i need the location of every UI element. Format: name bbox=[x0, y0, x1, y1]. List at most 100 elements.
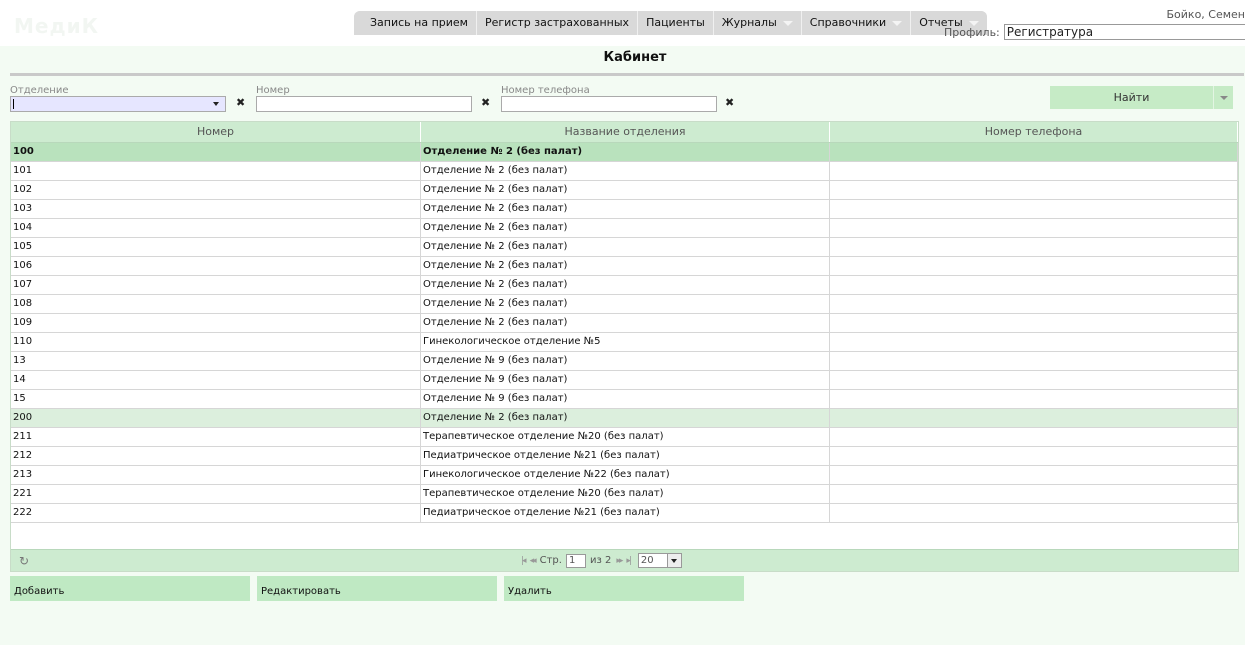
page-count: из 2 bbox=[589, 555, 612, 566]
department-select[interactable] bbox=[10, 96, 226, 112]
column-header-number[interactable]: Номер bbox=[11, 122, 421, 142]
page-size-value: 20 bbox=[640, 555, 654, 566]
column-header-department[interactable]: Название отделения bbox=[421, 122, 830, 142]
table-row[interactable]: 15 Отделение № 9 (без палат) bbox=[11, 390, 1238, 409]
chevron-down-icon bbox=[782, 20, 793, 26]
cell-number: 102 bbox=[11, 181, 421, 199]
number-input[interactable] bbox=[256, 96, 472, 112]
clear-department-icon[interactable]: ✖ bbox=[236, 96, 245, 109]
last-page-icon[interactable]: ▸| bbox=[626, 556, 631, 566]
table-row[interactable]: 103 Отделение № 2 (без палат) bbox=[11, 200, 1238, 219]
cell-department: Отделение № 2 (без палат) bbox=[421, 219, 830, 237]
cell-department: Отделение № 9 (без палат) bbox=[421, 371, 830, 389]
cell-number: 221 bbox=[11, 485, 421, 503]
prev-page-icon[interactable]: ◂◂ bbox=[530, 556, 537, 566]
chevron-down-icon bbox=[1219, 95, 1228, 100]
filter-phone: Номер телефона bbox=[501, 86, 717, 112]
table-row[interactable]: 101 Отделение № 2 (без палат) bbox=[11, 162, 1238, 181]
table-row[interactable]: 106 Отделение № 2 (без палат) bbox=[11, 257, 1238, 276]
table-row[interactable]: 213 Гинекологическое отделение №22 (без п… bbox=[11, 466, 1238, 485]
top-bar: МедиК Запись на прием Регистр застрахова… bbox=[0, 0, 1245, 46]
menu-item-patients[interactable]: Пациенты bbox=[638, 11, 714, 35]
menu-item-journals[interactable]: Журналы bbox=[713, 11, 802, 35]
next-page-icon[interactable]: ▸▸ bbox=[616, 556, 623, 566]
cell-number: 105 bbox=[11, 238, 421, 256]
cell-phone bbox=[830, 409, 1238, 427]
cell-department: Отделение № 9 (без палат) bbox=[421, 352, 830, 370]
cell-phone bbox=[830, 504, 1238, 522]
table-row[interactable]: 107 Отделение № 2 (без палат) bbox=[11, 276, 1238, 295]
cell-phone bbox=[830, 181, 1238, 199]
cell-department: Отделение № 2 (без палат) bbox=[421, 409, 830, 427]
clear-number-icon[interactable]: ✖ bbox=[481, 96, 490, 109]
table-row[interactable]: 200 Отделение № 2 (без палат) bbox=[11, 409, 1238, 428]
table-row[interactable]: 14 Отделение № 9 (без палат) bbox=[11, 371, 1238, 390]
cell-phone bbox=[830, 485, 1238, 503]
refresh-icon[interactable]: ↻ bbox=[19, 554, 29, 568]
phone-input[interactable] bbox=[501, 96, 717, 112]
cell-phone bbox=[830, 238, 1238, 256]
cell-number: 222 bbox=[11, 504, 421, 522]
edit-button[interactable]: Редактировать bbox=[257, 576, 497, 601]
cell-number: 107 bbox=[11, 276, 421, 294]
title-divider bbox=[10, 73, 1244, 76]
pager: ↻ |◂ ◂◂ Стр. 1 из 2 ▸▸ ▸| 20 bbox=[11, 549, 1238, 571]
table-row[interactable]: 108 Отделение № 2 (без палат) bbox=[11, 295, 1238, 314]
cell-department: Терапевтическое отделение №20 (без палат… bbox=[421, 428, 830, 446]
cell-department: Отделение № 2 (без палат) bbox=[421, 162, 830, 180]
first-page-icon[interactable]: |◂ bbox=[521, 556, 526, 566]
cell-department: Отделение № 2 (без палат) bbox=[421, 314, 830, 332]
table-row[interactable]: 104 Отделение № 2 (без палат) bbox=[11, 219, 1238, 238]
cell-phone bbox=[830, 143, 1238, 161]
cell-number: 100 bbox=[11, 143, 421, 161]
pager-controls: |◂ ◂◂ Стр. 1 из 2 ▸▸ ▸| 20 bbox=[521, 553, 682, 568]
cell-department: Гинекологическое отделение №22 (без пала… bbox=[421, 466, 830, 484]
table-row[interactable]: 100 Отделение № 2 (без палат) bbox=[11, 143, 1238, 162]
cell-department: Отделение № 2 (без палат) bbox=[421, 200, 830, 218]
user-name[interactable]: Бойко, Семен bbox=[1167, 8, 1245, 21]
chevron-down-icon[interactable] bbox=[213, 102, 219, 106]
cell-number: 213 bbox=[11, 466, 421, 484]
cell-number: 15 bbox=[11, 390, 421, 408]
find-options-button[interactable] bbox=[1213, 86, 1233, 109]
add-button[interactable]: Добавить bbox=[10, 576, 250, 601]
table-row[interactable]: 110 Гинекологическое отделение №5 bbox=[11, 333, 1238, 352]
cell-phone bbox=[830, 162, 1238, 180]
cell-phone bbox=[830, 428, 1238, 446]
delete-button[interactable]: Удалить bbox=[504, 576, 744, 601]
column-header-phone[interactable]: Номер телефона bbox=[830, 122, 1238, 142]
cell-number: 13 bbox=[11, 352, 421, 370]
find-button[interactable]: Найти bbox=[1050, 86, 1213, 109]
table-row[interactable]: 222 Педиатрическое отделение №21 (без пал… bbox=[11, 504, 1238, 523]
table-row[interactable]: 221 Терапевтическое отделение №20 (без па… bbox=[11, 485, 1238, 504]
profile-select[interactable]: Регистратура ▼ bbox=[1003, 24, 1245, 40]
app-logo: МедиК bbox=[14, 14, 99, 38]
table-body: 100 Отделение № 2 (без палат) 101 Отделение… bbox=[11, 143, 1238, 523]
menu-item-insured-registry[interactable]: Регистр застрахованных bbox=[476, 11, 639, 35]
menu-item-reference-books[interactable]: Справочники bbox=[801, 11, 912, 35]
cell-department: Отделение № 9 (без палат) bbox=[421, 390, 830, 408]
page-size-select[interactable]: 20 bbox=[637, 553, 682, 568]
chevron-down-icon[interactable] bbox=[666, 554, 681, 567]
cell-phone bbox=[830, 257, 1238, 275]
table-row[interactable]: 109 Отделение № 2 (без палат) bbox=[11, 314, 1238, 333]
rooms-table: Номер Название отделения Номер телефона … bbox=[10, 121, 1239, 572]
cell-number: 14 bbox=[11, 371, 421, 389]
cell-number: 103 bbox=[11, 200, 421, 218]
page-number-input[interactable]: 1 bbox=[565, 553, 586, 568]
table-row[interactable]: 212 Педиатрическое отделение №21 (без пал… bbox=[11, 447, 1238, 466]
filter-number: Номер bbox=[256, 86, 472, 112]
cell-phone bbox=[830, 390, 1238, 408]
profile-value: Регистратура bbox=[1006, 25, 1094, 39]
table-header: Номер Название отделения Номер телефона bbox=[11, 122, 1238, 143]
table-row[interactable]: 102 Отделение № 2 (без палат) bbox=[11, 181, 1238, 200]
cell-phone bbox=[830, 447, 1238, 465]
table-row[interactable]: 211 Терапевтическое отделение №20 (без па… bbox=[11, 428, 1238, 447]
table-row[interactable]: 13 Отделение № 9 (без палат) bbox=[11, 352, 1238, 371]
cell-number: 109 bbox=[11, 314, 421, 332]
clear-phone-icon[interactable]: ✖ bbox=[725, 96, 734, 109]
table-row[interactable]: 105 Отделение № 2 (без палат) bbox=[11, 238, 1238, 257]
menu-item-appointment[interactable]: Запись на прием bbox=[354, 11, 477, 35]
cell-phone bbox=[830, 371, 1238, 389]
profile-selector: Профиль: Регистратура ▼ bbox=[944, 24, 1245, 40]
